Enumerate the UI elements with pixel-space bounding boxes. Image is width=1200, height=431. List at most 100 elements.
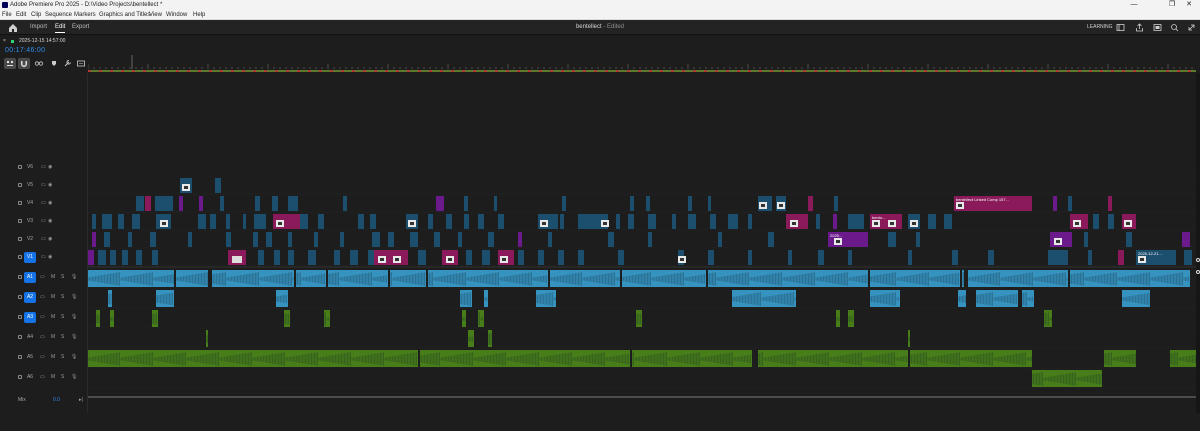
menu-sequence[interactable]: Sequence [45, 10, 72, 20]
track-header-v3: V3 ▭ ◉ [0, 213, 88, 230]
track-lock-icon[interactable] [18, 255, 22, 259]
menu-view[interactable]: View [149, 10, 162, 20]
wrench-icon[interactable] [62, 58, 74, 69]
sync-lock-icon[interactable]: ▭ [40, 334, 45, 340]
track-visibility-icon[interactable]: ◉ [48, 254, 52, 260]
menu-help[interactable]: Help [193, 10, 205, 20]
track-lock-icon[interactable] [18, 165, 22, 169]
window-title: Adobe Premiere Pro 2025 - D:\Video Proje… [10, 2, 163, 8]
collapse-icon[interactable] [1187, 23, 1196, 32]
nest-icon[interactable] [4, 58, 16, 69]
track-target-v2[interactable]: V2 [24, 234, 36, 245]
video-clip [92, 232, 96, 247]
sync-lock-icon[interactable]: ▭ [40, 294, 45, 300]
mute-button[interactable]: M [51, 334, 55, 340]
mix-value[interactable]: 0.0 [53, 397, 60, 403]
scroll-handle-bottom[interactable] [1196, 270, 1200, 274]
solo-button[interactable]: S [61, 274, 64, 280]
track-visibility-icon[interactable]: ◉ [48, 200, 52, 206]
video-clip [1084, 232, 1088, 247]
voice-over-record-icon[interactable]: 🎙 [71, 314, 77, 320]
sync-lock-icon[interactable]: ▭ [40, 374, 45, 380]
mute-button[interactable]: M [51, 274, 55, 280]
sync-lock-icon[interactable]: ▭ [40, 354, 45, 360]
close-sequence-icon[interactable]: × [3, 36, 6, 46]
track-target-a3[interactable]: A3 [24, 312, 36, 323]
timeline-tracks[interactable]: bentellect Linked Comp 157... bento... 202… [88, 73, 1196, 413]
track-lock-icon[interactable] [18, 237, 22, 241]
track-target-v1[interactable]: V1 [24, 252, 36, 263]
track-lock-icon[interactable] [18, 315, 22, 319]
track-lock-icon[interactable] [18, 295, 22, 299]
sync-lock-icon[interactable]: ▭ [41, 200, 46, 206]
track-target-a4[interactable]: A4 [24, 332, 36, 343]
menu-graphics-and-titles[interactable]: Graphics and Titles [99, 10, 150, 20]
video-clip [518, 250, 524, 265]
track-lock-icon[interactable] [18, 275, 22, 279]
track-target-a6[interactable]: A6 [24, 372, 36, 383]
timeline-vertical-scrollbar[interactable] [1196, 73, 1200, 413]
track-lock-icon[interactable] [18, 375, 22, 379]
marker-icon[interactable] [48, 58, 60, 69]
mix-end-icon[interactable]: ▸| [79, 397, 83, 403]
snap-icon[interactable] [18, 58, 30, 69]
solo-button[interactable]: S [61, 334, 64, 340]
track-target-v5[interactable]: V5 [24, 180, 36, 191]
track-lock-icon[interactable] [18, 219, 22, 223]
track-target-a2[interactable]: A2 [24, 292, 36, 303]
playhead-timecode[interactable]: 00:17:46:00 [5, 47, 45, 54]
menu-clip[interactable]: Clip [31, 10, 41, 20]
sync-lock-icon[interactable]: ▭ [41, 254, 46, 260]
minimize-button[interactable]: — [1123, 0, 1145, 10]
time-ruler[interactable] [88, 45, 1196, 73]
sync-lock-icon[interactable]: ▭ [41, 164, 46, 170]
fullscreen-icon[interactable] [1153, 23, 1162, 32]
sync-lock-icon[interactable]: ▭ [40, 274, 45, 280]
video-clip [308, 250, 316, 265]
scroll-handle-top[interactable] [1196, 258, 1200, 262]
voice-over-record-icon[interactable]: 🎙 [71, 294, 77, 300]
track-lock-icon[interactable] [18, 355, 22, 359]
mute-button[interactable]: M [51, 374, 55, 380]
track-target-v4[interactable]: V4 [24, 198, 36, 209]
video-clip [418, 250, 426, 265]
menu-markers[interactable]: Markers [74, 10, 96, 20]
solo-button[interactable]: S [61, 374, 64, 380]
track-target-v6[interactable]: V6 [24, 162, 36, 173]
track-target-a1[interactable]: A1 [24, 272, 36, 283]
solo-button[interactable]: S [61, 294, 64, 300]
voice-over-record-icon[interactable]: 🎙 [71, 374, 77, 380]
linked-selection-icon[interactable] [33, 58, 45, 69]
quick-export-icon[interactable] [1135, 23, 1144, 32]
track-visibility-icon[interactable]: ◉ [48, 182, 52, 188]
menu-file[interactable]: File [2, 10, 12, 20]
menu-edit[interactable]: Edit [16, 10, 26, 20]
track-lock-icon[interactable] [18, 183, 22, 187]
sync-lock-icon[interactable]: ▭ [41, 218, 46, 224]
track-lock-icon[interactable] [18, 335, 22, 339]
close-button[interactable]: ✕ [1178, 0, 1200, 10]
menu-window[interactable]: Window [166, 10, 187, 20]
search-icon[interactable] [1170, 23, 1179, 32]
mute-button[interactable]: M [51, 294, 55, 300]
voice-over-record-icon[interactable]: 🎙 [71, 334, 77, 340]
mute-button[interactable]: M [51, 314, 55, 320]
solo-button[interactable]: S [61, 354, 64, 360]
voice-over-record-icon[interactable]: 🎙 [71, 274, 77, 280]
track-visibility-icon[interactable]: ◉ [48, 164, 52, 170]
learning-button[interactable]: LEARNING [1087, 20, 1113, 35]
track-visibility-icon[interactable]: ◉ [48, 236, 52, 242]
sync-lock-icon[interactable]: ▭ [40, 314, 45, 320]
mute-button[interactable]: M [51, 354, 55, 360]
track-target-v3[interactable]: V3 [24, 216, 36, 227]
track-lock-icon[interactable] [18, 201, 22, 205]
captions-icon[interactable] [75, 58, 87, 69]
video-clip [152, 250, 158, 265]
sync-lock-icon[interactable]: ▭ [41, 182, 46, 188]
voice-over-record-icon[interactable]: 🎙 [71, 354, 77, 360]
track-target-a5[interactable]: A5 [24, 352, 36, 363]
solo-button[interactable]: S [61, 314, 64, 320]
workspace-icon[interactable] [1116, 23, 1125, 32]
track-visibility-icon[interactable]: ◉ [48, 218, 52, 224]
sync-lock-icon[interactable]: ▭ [41, 236, 46, 242]
